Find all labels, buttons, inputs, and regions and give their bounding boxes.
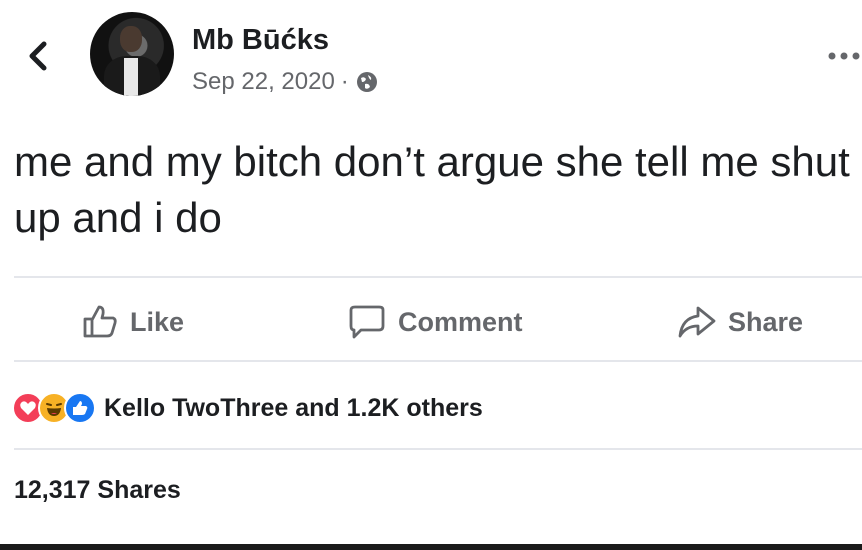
post-date[interactable]: Sep 22, 2020 (192, 68, 335, 96)
back-button[interactable] (22, 34, 58, 78)
divider (14, 360, 862, 362)
post-meta: Sep 22, 2020 · (192, 68, 379, 96)
like-label: Like (130, 306, 185, 337)
avatar[interactable] (90, 12, 174, 96)
author-name[interactable]: Mb Būćks (192, 24, 329, 57)
reactions-text: Kello TwoThree and 1.2K others (104, 393, 483, 422)
divider (14, 448, 862, 450)
like-button[interactable]: Like (80, 300, 184, 344)
bottom-edge (0, 544, 862, 550)
reactions-summary[interactable]: Kello TwoThree and 1.2K others (12, 388, 483, 428)
thumbs-up-icon (83, 305, 117, 338)
post-text: me and my bitch don’t argue she tell me … (14, 138, 850, 241)
share-button[interactable]: Share (676, 300, 803, 344)
like-reaction-icon (64, 392, 96, 424)
share-icon (678, 306, 716, 338)
divider (14, 276, 862, 278)
share-label: Share (728, 306, 804, 337)
shares-count[interactable]: 12,317 Shares (14, 476, 181, 505)
meta-separator: · (340, 68, 349, 95)
comment-label: Comment (398, 306, 523, 337)
globe-icon (356, 72, 377, 92)
more-icon (828, 52, 860, 60)
comment-button[interactable]: Comment (346, 300, 523, 344)
comment-icon (349, 305, 385, 339)
chevron-left-icon (29, 41, 47, 71)
more-options-button[interactable] (824, 46, 862, 66)
